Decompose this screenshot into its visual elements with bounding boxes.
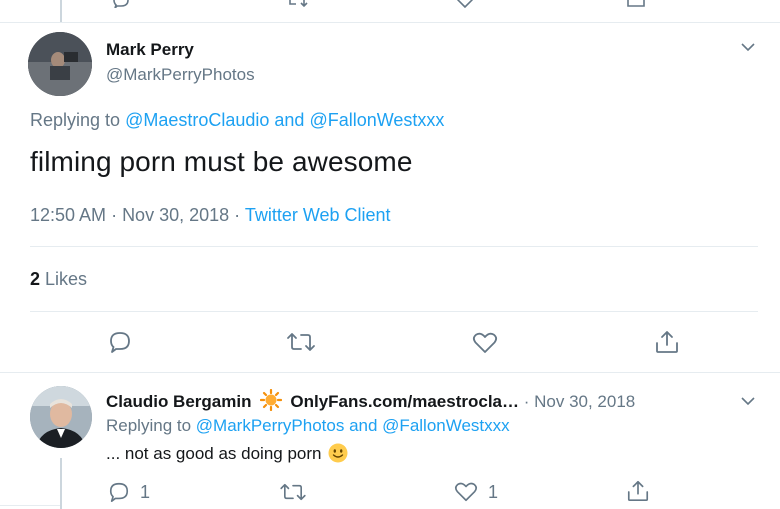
mention-link[interactable]: @FallonWestxxx	[382, 416, 509, 435]
share-icon[interactable]	[626, 0, 646, 8]
author-name-suffix[interactable]: OnlyFans.com/maestrocla…	[290, 392, 519, 411]
reply-header: Claudio Bergamin OnlyFans.com/maestrocla…	[106, 388, 635, 412]
reply-icon[interactable]	[112, 0, 130, 8]
divider-bottom	[0, 505, 60, 506]
tweet-time[interactable]: 12:50 AM	[30, 205, 106, 225]
reply-icon[interactable]	[108, 330, 132, 354]
chevron-down-icon[interactable]	[740, 395, 756, 407]
tweet-date[interactable]: Nov 30, 2018	[122, 205, 229, 225]
tweet-text: ... not as good as doing porn	[106, 443, 348, 464]
avatar-photo	[30, 386, 92, 448]
likes-count[interactable]: 2 Likes	[30, 269, 87, 290]
like-count: 1	[488, 481, 499, 502]
tweet-date[interactable]: Nov 30, 2018	[534, 392, 635, 411]
avatar[interactable]	[30, 386, 92, 448]
chevron-down-icon[interactable]	[740, 41, 756, 53]
replying-and: and	[269, 110, 310, 130]
divider	[0, 372, 780, 373]
meta-separator: ·	[519, 392, 535, 411]
retweet-icon[interactable]	[279, 482, 307, 502]
reply-text-body: ... not as good as doing porn	[106, 444, 322, 463]
reply-count: 1	[140, 481, 151, 502]
share-icon[interactable]	[626, 479, 650, 503]
replying-to: Replying to @MarkPerryPhotos and @Fallon…	[106, 416, 510, 436]
divider	[30, 246, 758, 247]
retweet-icon[interactable]	[286, 331, 316, 353]
thread-line-bottom	[60, 458, 62, 509]
replying-prefix: Replying to	[106, 416, 196, 435]
like-icon[interactable]	[456, 0, 474, 8]
like-icon[interactable]	[472, 331, 498, 355]
reply-action[interactable]: 1	[108, 481, 150, 503]
retweet-icon[interactable]	[286, 0, 308, 8]
like-action[interactable]: 1	[454, 481, 498, 503]
likes-number: 2	[30, 269, 41, 289]
replying-and: and	[344, 416, 383, 435]
previous-tweet-actions	[0, 0, 780, 8]
slight-smile-emoji-icon	[328, 443, 348, 463]
mention-link[interactable]: @FallonWestxxx	[309, 110, 444, 130]
author-name[interactable]: Claudio Bergamin	[106, 392, 251, 411]
meta-separator: ·	[229, 205, 245, 225]
divider-top	[0, 22, 780, 23]
mention-link[interactable]: @MarkPerryPhotos	[196, 416, 345, 435]
avatar-photo	[28, 32, 92, 96]
replying-prefix: Replying to	[30, 110, 126, 130]
tweet-client[interactable]: Twitter Web Client	[245, 205, 391, 225]
replying-to: Replying to @MaestroClaudio and @FallonW…	[30, 110, 444, 131]
tweet-meta: 12:50 AM · Nov 30, 2018 · Twitter Web Cl…	[30, 205, 391, 226]
reply-icon[interactable]	[108, 481, 130, 503]
likes-label: Likes	[40, 269, 88, 289]
share-icon[interactable]	[654, 329, 680, 355]
mention-link[interactable]: @MaestroClaudio	[125, 110, 269, 130]
divider	[30, 311, 758, 312]
like-icon[interactable]	[454, 481, 478, 503]
avatar[interactable]	[28, 32, 92, 96]
sun-emoji-icon	[259, 388, 283, 412]
meta-separator: ·	[106, 205, 123, 225]
author-name[interactable]: Mark Perry	[106, 40, 194, 60]
tweet-text: filming porn must be awesome	[30, 146, 413, 177]
author-handle[interactable]: @MarkPerryPhotos	[106, 65, 255, 85]
